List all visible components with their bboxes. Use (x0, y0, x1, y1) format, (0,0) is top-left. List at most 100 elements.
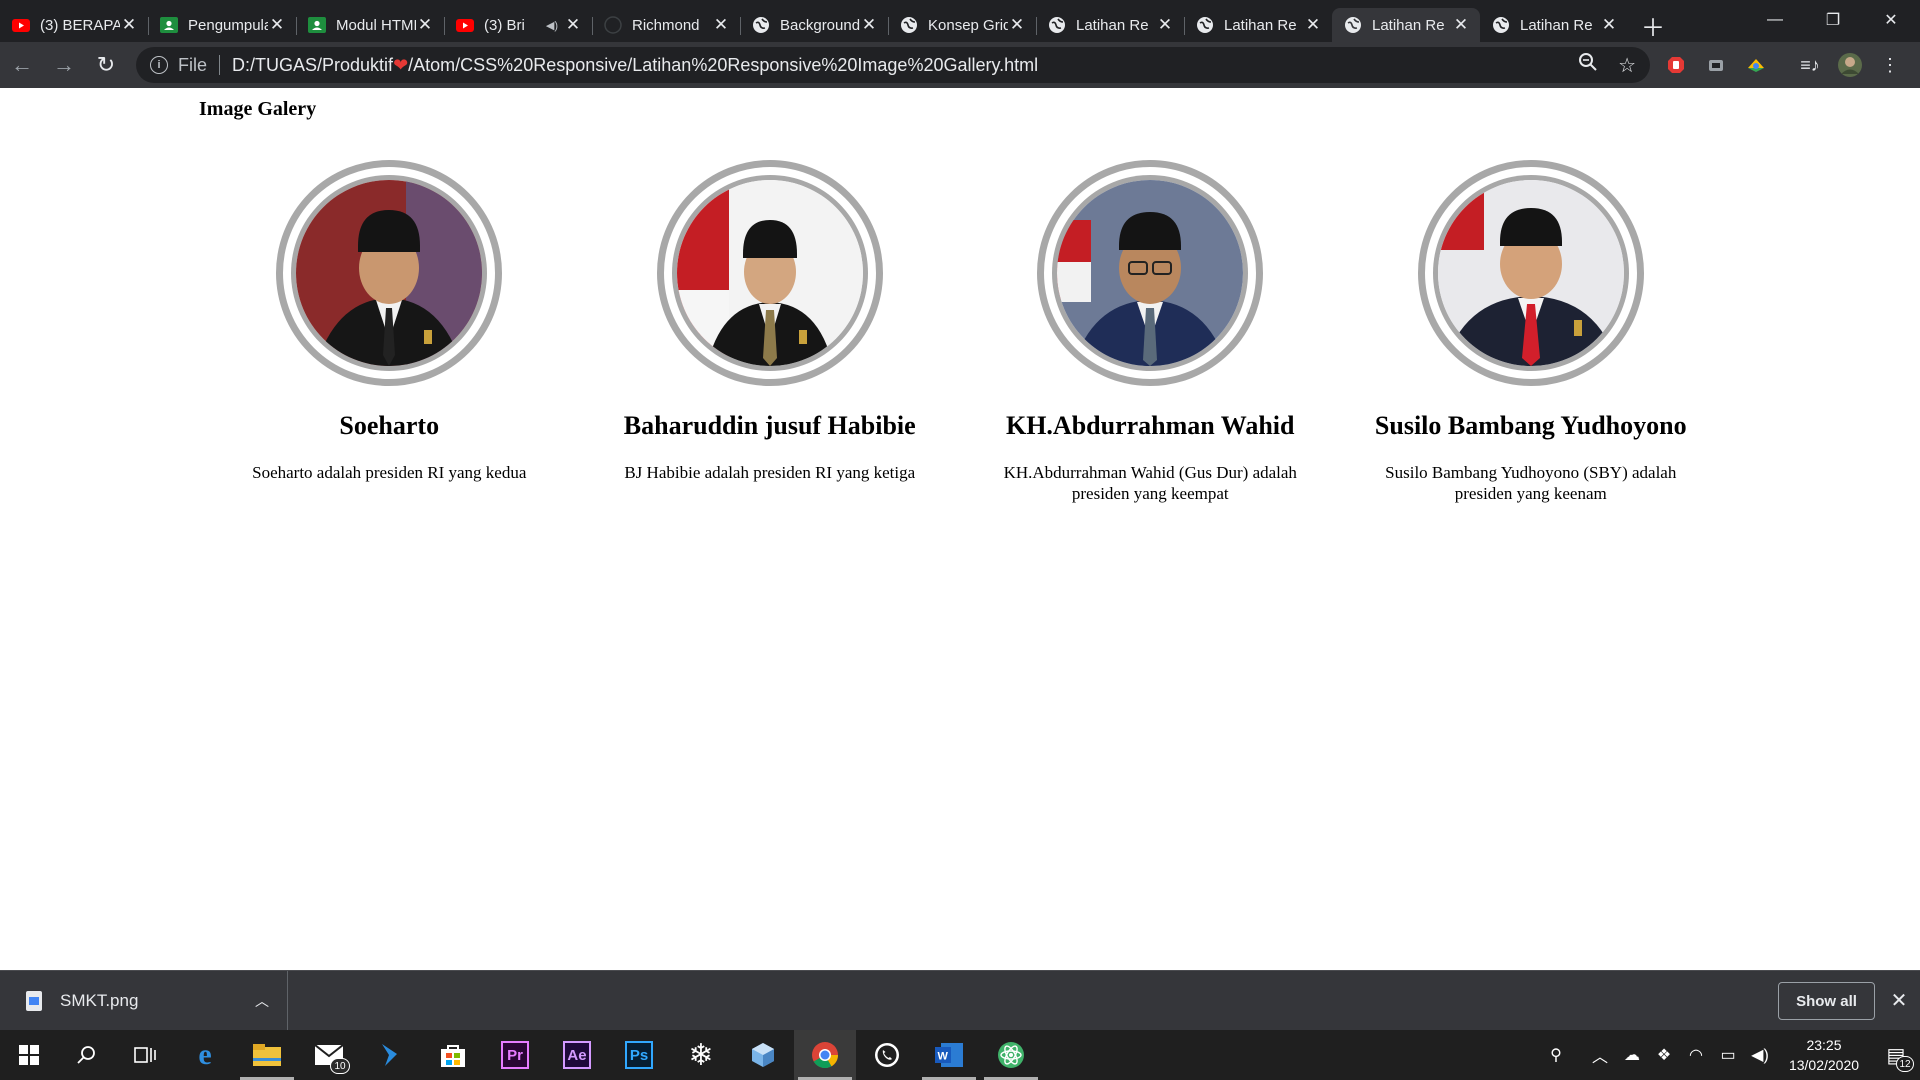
restore-icon[interactable]: ❐ (1804, 0, 1862, 40)
atom-icon[interactable] (980, 1030, 1042, 1080)
close-icon[interactable]: ✕ (712, 15, 730, 35)
page-title: Image Galery (199, 98, 317, 120)
windows-start-icon[interactable] (0, 1030, 58, 1080)
adblock-icon[interactable] (1656, 45, 1696, 85)
3d-box-icon[interactable] (732, 1030, 794, 1080)
media-queue-icon[interactable]: ≡♪ (1790, 45, 1830, 85)
tab-title: Latihan Re (1520, 16, 1593, 34)
card-name: KH.Abdurrahman Wahid (1005, 411, 1295, 440)
forward-arrow-icon[interactable]: → (44, 45, 84, 85)
extension-color-icon[interactable] (1736, 45, 1776, 85)
close-icon[interactable]: ✕ (1008, 15, 1026, 35)
volume-icon[interactable]: ◀) (1744, 1045, 1776, 1065)
battery-icon[interactable]: ▭ (1712, 1045, 1744, 1065)
card-name: Baharuddin jusuf Habibie (623, 411, 916, 440)
tab-title: Konsep Grid (928, 16, 1008, 34)
address-url[interactable]: D:/TUGAS/Produktif❤/Atom/CSS%20Responsiv… (232, 55, 1038, 76)
system-tray: ⚲ ︿ ☁ ❖ ◠ ▭ ◀) 23:25 13/02/2020 ▤ 12 (1540, 1030, 1920, 1080)
visual-studio-code-icon[interactable] (360, 1030, 422, 1080)
tab-title: Modul HTML (336, 16, 416, 34)
zoom-icon[interactable] (1578, 52, 1598, 78)
browser-tab[interactable]: Latihan Re ✕ (1480, 8, 1628, 42)
whatsapp-icon[interactable] (856, 1030, 918, 1080)
premiere-pro-icon[interactable]: Pr (484, 1030, 546, 1080)
url-part: /Atom/CSS%20Responsive/Latihan%20Respons… (408, 54, 1039, 75)
browser-tab[interactable]: (3) Bri ◀) ✕ (444, 8, 592, 42)
people-icon[interactable]: ⚲ (1540, 1045, 1572, 1065)
card-name: Susilo Bambang Yudhoyono (1374, 411, 1687, 440)
portrait-soeharto (296, 180, 483, 366)
image-gallery: Soeharto Soeharto adalah presiden RI yan… (199, 160, 1721, 504)
tab-title: Richmond (632, 16, 700, 34)
clock[interactable]: 23:25 13/02/2020 (1776, 1035, 1872, 1075)
portrait-sby (1437, 180, 1624, 366)
browser-tab[interactable]: Richmond ✕ (592, 8, 740, 42)
google-classroom-icon (308, 16, 326, 34)
photoshop-icon[interactable]: Ps (608, 1030, 670, 1080)
tab-title: (3) Bri (484, 16, 525, 34)
tab-title: Pengumpulan (188, 16, 268, 34)
close-icon[interactable]: ✕ (120, 15, 138, 35)
menu-kebab-icon[interactable]: ⋮ (1870, 45, 1910, 85)
browser-tab[interactable]: Latihan Re ✕ (1184, 8, 1332, 42)
chrome-icon[interactable] (794, 1030, 856, 1080)
close-icon[interactable]: ✕ (416, 15, 434, 35)
clock-time: 23:25 (1806, 1037, 1842, 1053)
bookmark-star-icon[interactable]: ☆ (1618, 53, 1636, 78)
github-icon (604, 16, 622, 34)
tab-strip: (3) BERAPA ✕ Pengumpulan ✕ Modul HTML ✕ … (0, 0, 1920, 42)
notification-badge: 12 (1896, 1056, 1914, 1072)
wifi-icon[interactable]: ◠ (1680, 1045, 1712, 1065)
close-icon[interactable]: ✕ (564, 15, 582, 35)
close-icon[interactable]: ✕ (268, 15, 286, 35)
address-separator (219, 55, 221, 75)
youtube-icon (12, 16, 30, 34)
snowflake-app-icon[interactable]: ❄ (670, 1030, 732, 1080)
browser-tab[interactable]: Background ✕ (740, 8, 888, 42)
close-icon[interactable]: ✕ (1884, 985, 1914, 1015)
download-item[interactable]: SMKT.png ︿ (0, 971, 288, 1030)
minimize-icon[interactable]: — (1746, 0, 1804, 40)
tab-title: (3) BERAPA (40, 16, 120, 34)
close-icon[interactable]: ✕ (1156, 15, 1174, 35)
back-arrow-icon[interactable]: ← (2, 45, 42, 85)
close-window-icon[interactable]: ✕ (1862, 0, 1920, 40)
close-icon[interactable]: ✕ (1600, 15, 1618, 35)
card-description: Susilo Bambang Yudhoyono (SBY) adalah pr… (1385, 463, 1677, 503)
globe-icon (1196, 16, 1214, 34)
browser-tab[interactable]: Latihan Re ✕ (1036, 8, 1184, 42)
word-icon[interactable]: W (918, 1030, 980, 1080)
close-icon[interactable]: ✕ (860, 15, 878, 35)
task-view-icon[interactable] (116, 1030, 174, 1080)
google-classroom-icon (160, 16, 178, 34)
browser-tab[interactable]: Modul HTML ✕ (296, 8, 444, 42)
after-effects-icon[interactable]: Ae (546, 1030, 608, 1080)
onedrive-icon[interactable]: ☁ (1616, 1045, 1648, 1065)
file-explorer-icon[interactable] (236, 1030, 298, 1080)
browser-tab[interactable]: (3) BERAPA ✕ (0, 8, 148, 42)
taskbar: e 10 Pr Ae Ps ❄ W ⚲ ︿ ☁ ❖ ◠ ▭ ◀) 23:25 1… (0, 1030, 1920, 1080)
avatar[interactable] (1830, 45, 1870, 85)
info-icon[interactable]: i (150, 56, 168, 74)
notification-icon[interactable]: ▤ 12 (1872, 1030, 1920, 1080)
search-icon[interactable] (58, 1030, 116, 1080)
photo-frame (656, 160, 883, 386)
dropbox-icon[interactable]: ❖ (1648, 1045, 1680, 1065)
browser-tab-active[interactable]: Latihan Re ✕ (1332, 8, 1480, 42)
store-icon[interactable] (422, 1030, 484, 1080)
address-bar[interactable]: i File D:/TUGAS/Produktif❤/Atom/CSS%20Re… (136, 47, 1650, 83)
extension-sync-icon[interactable] (1696, 45, 1736, 85)
chevron-up-icon[interactable]: ︿ (255, 991, 269, 1011)
reload-icon[interactable]: ↻ (86, 45, 126, 85)
speaker-icon[interactable]: ◀) (546, 19, 558, 32)
chevron-up-icon[interactable]: ︿ (1584, 1043, 1616, 1067)
close-icon[interactable]: ✕ (1452, 15, 1470, 35)
close-icon[interactable]: ✕ (1304, 15, 1322, 35)
mail-icon[interactable]: 10 (298, 1030, 360, 1080)
browser-tab[interactable]: Pengumpulan ✕ (148, 8, 296, 42)
browser-tab[interactable]: Konsep Grid ✕ (888, 8, 1036, 42)
edge-icon[interactable]: e (174, 1030, 236, 1080)
new-tab-button[interactable]: ＋ (1632, 8, 1674, 42)
url-part: D:/TUGAS/Produktif (232, 54, 394, 75)
show-all-button[interactable]: Show all (1778, 982, 1875, 1020)
